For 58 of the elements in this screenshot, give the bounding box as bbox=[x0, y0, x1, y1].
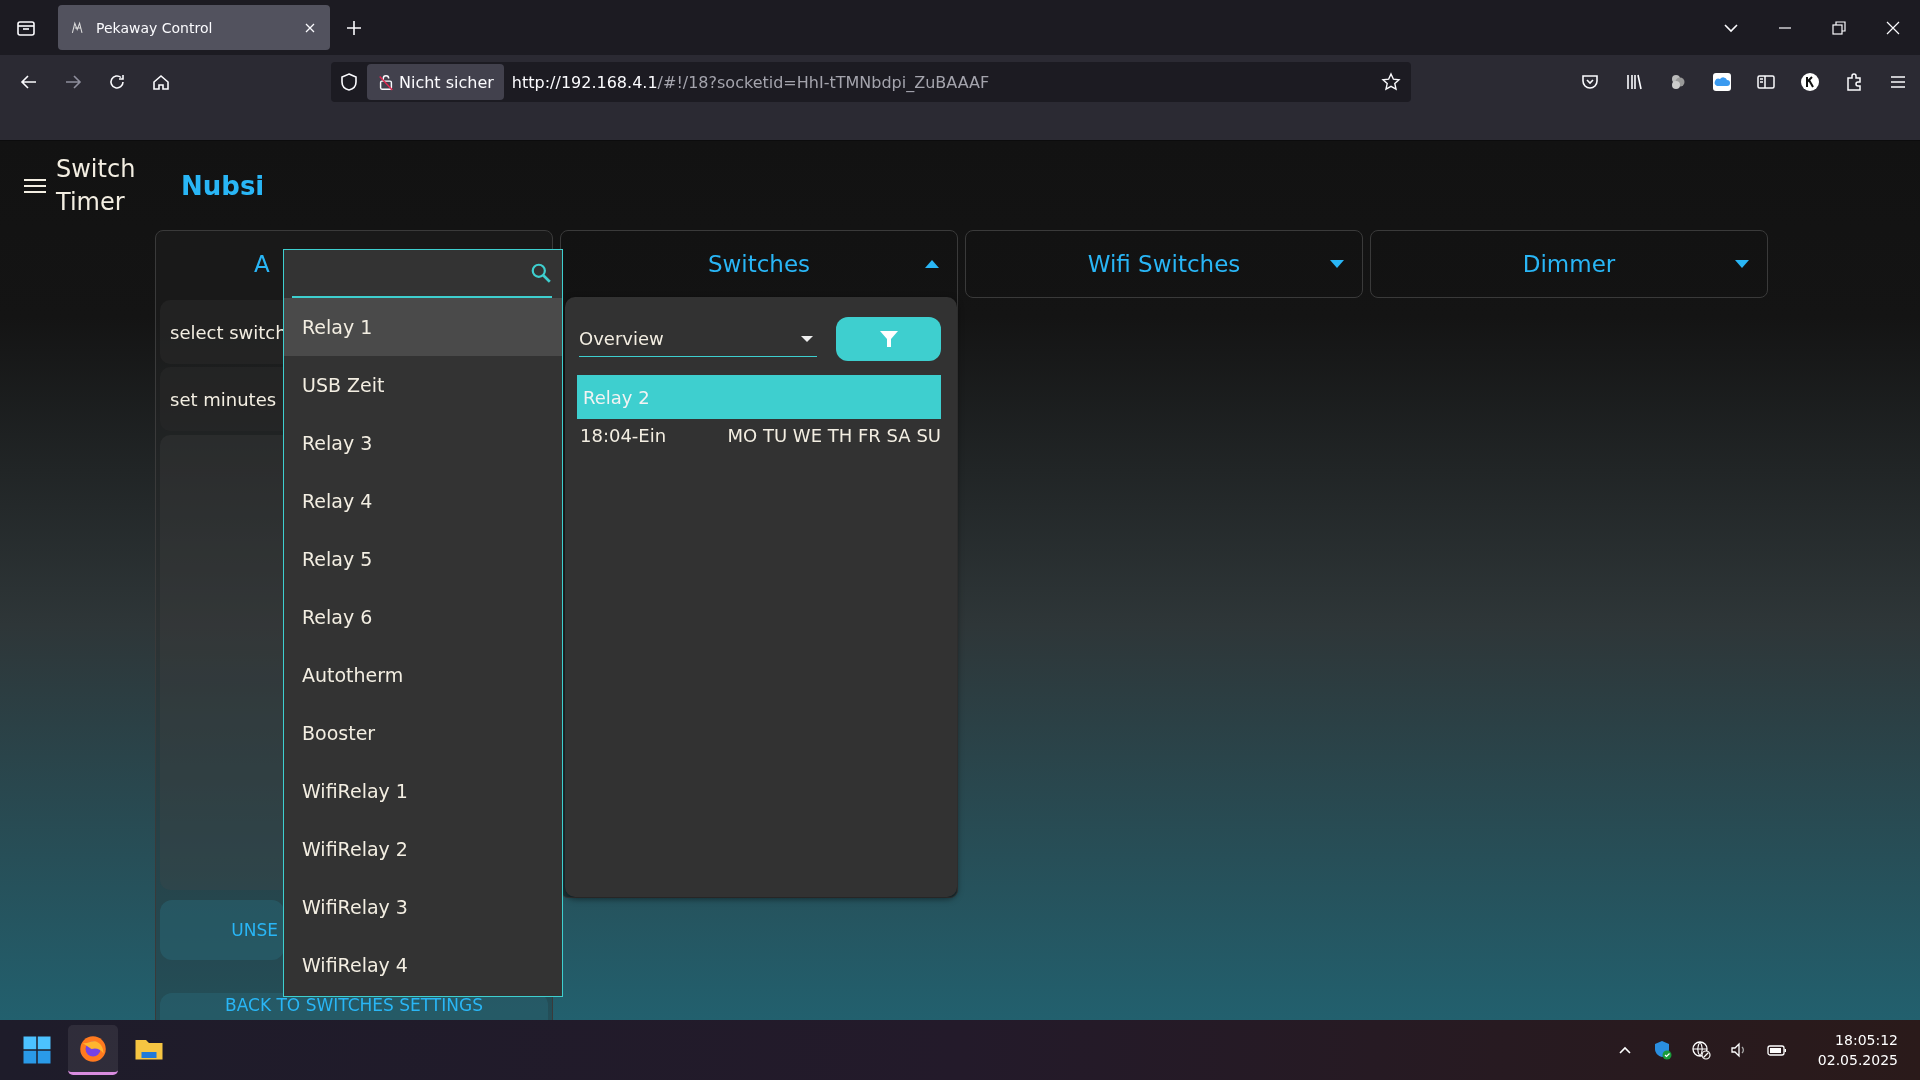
dropdown-option[interactable]: USB Zeit bbox=[284, 356, 562, 414]
logo-icon bbox=[70, 19, 86, 36]
address-bar[interactable]: Nicht sicher http://192.168.4.1/#!/18?socketid=HhI-tTMNbdpi_ZuBAAAF bbox=[331, 62, 1411, 102]
security-label: Nicht sicher bbox=[399, 72, 494, 92]
home-icon[interactable] bbox=[151, 72, 171, 92]
dropdown-option[interactable]: Autotherm bbox=[284, 646, 562, 704]
caret-icon bbox=[801, 335, 813, 342]
section-title[interactable]: A bbox=[254, 251, 270, 277]
dropdown-option[interactable]: WifiRelay 3 bbox=[284, 878, 562, 936]
dropdown-option[interactable]: Relay 6 bbox=[284, 588, 562, 646]
browser-tab[interactable]: Pekaway Control bbox=[58, 5, 330, 50]
app-title: Switch Timer bbox=[56, 153, 137, 218]
section-title[interactable]: Dimmer bbox=[1522, 251, 1616, 277]
library-icon[interactable] bbox=[1624, 72, 1644, 92]
menu-icon[interactable] bbox=[24, 177, 46, 194]
section-header[interactable]: Dimmer bbox=[1370, 230, 1768, 298]
security-badge[interactable]: Nicht sicher bbox=[367, 64, 504, 100]
reload-icon[interactable] bbox=[107, 72, 127, 92]
entry-time: 18:04-Ein bbox=[580, 425, 667, 446]
dropdown-option[interactable]: Relay 5 bbox=[284, 530, 562, 588]
sidebar-icon[interactable] bbox=[1756, 72, 1776, 92]
section-title[interactable]: Switches bbox=[707, 251, 811, 277]
filter-icon bbox=[878, 329, 899, 349]
section-title[interactable]: Wifi Switches bbox=[1087, 251, 1241, 277]
dropdown-option[interactable]: WifiRelay 1 bbox=[284, 762, 562, 820]
dropdown-option[interactable]: WifiRelay 4 bbox=[284, 936, 562, 994]
caret-icon[interactable] bbox=[1735, 260, 1749, 268]
shield-check-icon[interactable] bbox=[1652, 1040, 1673, 1060]
clock-time: 18:05:12 bbox=[1835, 1031, 1898, 1050]
account-icon[interactable] bbox=[1800, 72, 1820, 92]
windows-icon[interactable] bbox=[22, 1035, 52, 1065]
browser-taskbar-button[interactable] bbox=[68, 1025, 118, 1075]
filter-button[interactable] bbox=[836, 317, 941, 361]
globe-icon[interactable] bbox=[1690, 1040, 1711, 1060]
clock[interactable]: 18:05:12 02.05.2025 bbox=[1817, 1030, 1898, 1070]
search-icon bbox=[530, 262, 552, 284]
row-label: set minutes bbox=[170, 388, 277, 410]
dropdown-option[interactable]: Relay 4 bbox=[284, 472, 562, 530]
dropdown-option[interactable]: Relay 3 bbox=[284, 414, 562, 472]
group-header: Relay 2 bbox=[577, 375, 941, 419]
tab-title: Pekaway Control bbox=[96, 19, 214, 36]
section-header[interactable]: Wifi Switches bbox=[965, 230, 1363, 298]
caret-icon[interactable] bbox=[925, 260, 939, 268]
star-icon[interactable] bbox=[1381, 72, 1401, 92]
device-name: Nubsi bbox=[181, 170, 265, 201]
dropdown-option[interactable]: Booster bbox=[284, 704, 562, 762]
shield-icon[interactable] bbox=[339, 72, 359, 92]
clock-date: 02.05.2025 bbox=[1817, 1051, 1898, 1070]
dropdown-option[interactable]: WifiRelay 2 bbox=[284, 820, 562, 878]
url-text: http://192.168.4.1/#!/18?socketid=HhI-tTMNbdpi_ZuBAAAF bbox=[511, 72, 990, 92]
view-select[interactable]: Overview bbox=[579, 321, 817, 357]
caret-icon[interactable] bbox=[1330, 260, 1344, 268]
dropdown-option[interactable]: Relay 1 bbox=[284, 298, 562, 356]
puzzle-icon[interactable] bbox=[1844, 72, 1864, 92]
pocket-icon[interactable] bbox=[1580, 72, 1600, 92]
entry-days: MO TU WE TH FR SA SU bbox=[727, 425, 941, 446]
cloud-icon[interactable] bbox=[1712, 72, 1732, 92]
broken-lock-icon bbox=[377, 73, 395, 91]
